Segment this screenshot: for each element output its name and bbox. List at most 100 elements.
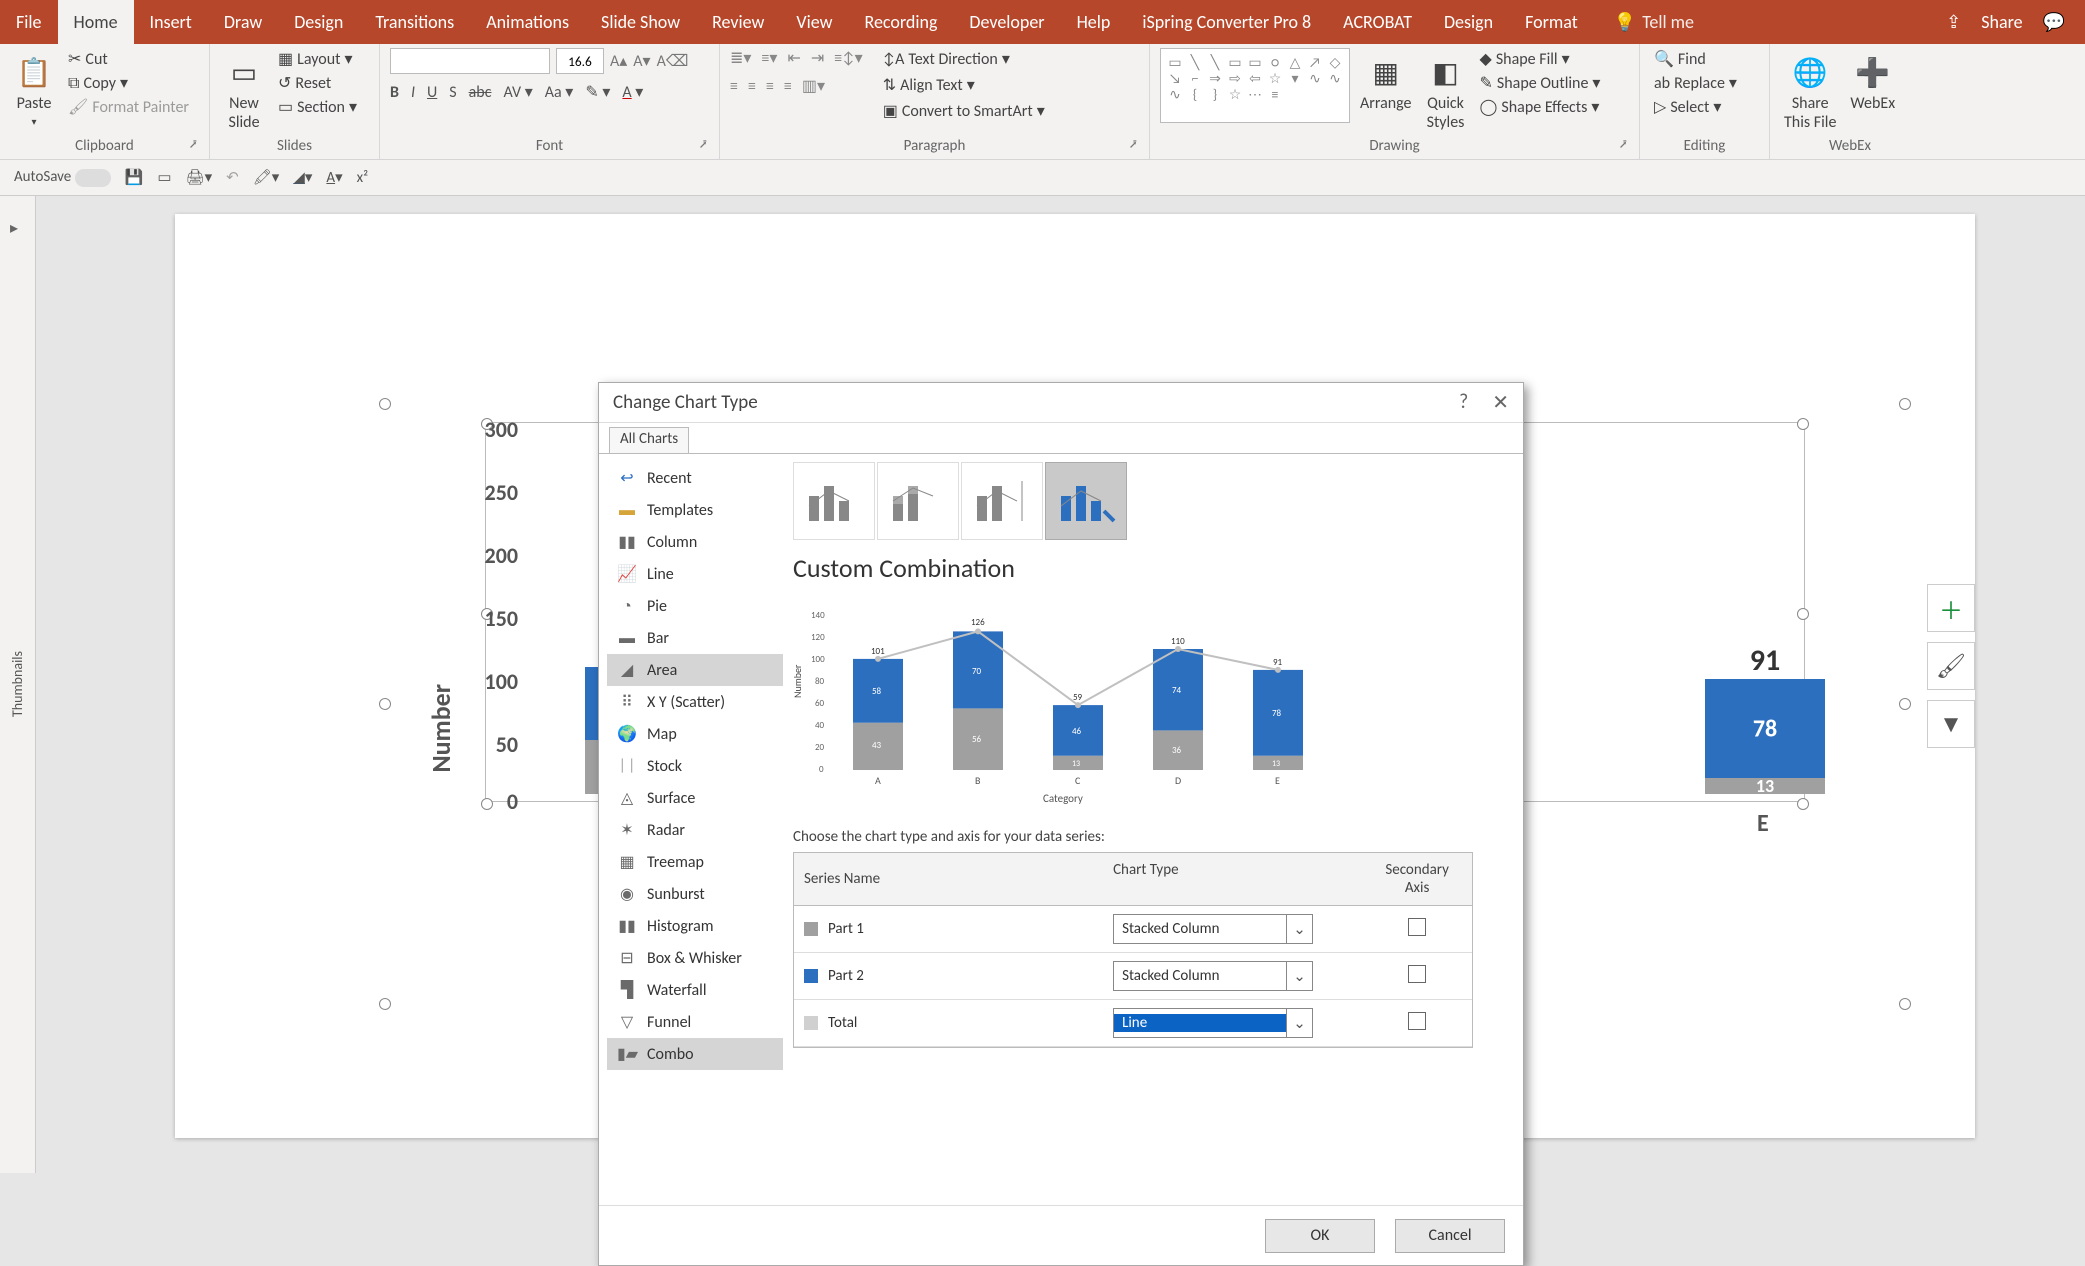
save-icon[interactable]: 💾: [125, 168, 144, 187]
find-button[interactable]: 🔍Find: [1650, 48, 1710, 70]
text-direction-button[interactable]: ↕AText Direction ▾: [879, 48, 1049, 70]
font-color-qat-icon[interactable]: A▾: [326, 168, 342, 187]
type-combo[interactable]: ▮▰Combo: [607, 1038, 783, 1070]
shrink-font-icon[interactable]: A▾: [633, 51, 650, 71]
align-right-button[interactable]: ≡: [766, 77, 774, 96]
subtype-4-custom[interactable]: [1045, 462, 1127, 540]
chart-elements-button[interactable]: ＋: [1927, 584, 1975, 632]
close-icon[interactable]: ✕: [1492, 390, 1509, 415]
grow-font-icon[interactable]: A▴: [610, 51, 627, 71]
clear-formatting-icon[interactable]: A⌫: [657, 51, 689, 71]
tab-home[interactable]: Home: [58, 0, 134, 44]
tab-file[interactable]: File: [0, 0, 58, 44]
share-icon[interactable]: ⇪: [1946, 11, 1961, 33]
change-case-button[interactable]: Aa ▾: [545, 82, 574, 102]
thumbnails-expand-icon[interactable]: ▸: [10, 218, 18, 238]
print-preview-icon[interactable]: 🖨▾: [186, 168, 213, 187]
subtype-1[interactable]: [793, 462, 875, 540]
part2-secondary-checkbox[interactable]: [1408, 965, 1426, 983]
shape-outline-button[interactable]: ✎Shape Outline ▾: [1476, 72, 1605, 94]
tab-draw[interactable]: Draw: [208, 0, 278, 44]
shape-fill-qat-icon[interactable]: ◢▾: [293, 168, 312, 187]
ok-button[interactable]: OK: [1265, 1219, 1375, 1253]
convert-smartart-button[interactable]: ▣Convert to SmartArt ▾: [879, 100, 1049, 122]
type-scatter[interactable]: ⠿X Y (Scatter): [607, 686, 783, 718]
type-map[interactable]: 🌍Map: [607, 718, 783, 750]
bullets-button[interactable]: ≣▾: [730, 48, 751, 68]
tab-review[interactable]: Review: [696, 0, 780, 44]
type-pie[interactable]: ◔Pie: [607, 590, 783, 622]
section-button[interactable]: ▭Section ▾: [274, 96, 361, 118]
font-color-button[interactable]: A ▾: [622, 82, 643, 102]
columns-button[interactable]: ▥▾: [802, 76, 825, 96]
highlight-button[interactable]: ✎ ▾: [585, 82, 610, 102]
type-boxwhisker[interactable]: ⊟Box & Whisker: [607, 942, 783, 974]
tab-recording[interactable]: Recording: [849, 0, 954, 44]
type-area[interactable]: ◢Area: [607, 654, 783, 686]
subtype-3[interactable]: [961, 462, 1043, 540]
superscript-icon[interactable]: x²: [357, 169, 369, 187]
touch-mode-icon[interactable]: ▭: [157, 168, 171, 187]
font-size-input[interactable]: [556, 48, 604, 74]
share-button[interactable]: Share: [1981, 11, 2022, 33]
tab-developer[interactable]: Developer: [953, 0, 1060, 44]
thumbnails-pane[interactable]: Thumbnails: [0, 196, 36, 1173]
type-templates[interactable]: ▬Templates: [607, 494, 783, 526]
undo-icon[interactable]: ↶: [226, 168, 239, 187]
shadow-button[interactable]: S: [449, 83, 456, 102]
font-launcher[interactable]: ⭷: [700, 136, 707, 157]
type-recent[interactable]: ↩Recent: [607, 462, 783, 494]
type-sunburst[interactable]: ◉Sunburst: [607, 878, 783, 910]
paste-button[interactable]: 📋 Paste ▾: [10, 48, 58, 128]
tab-transitions[interactable]: Transitions: [359, 0, 470, 44]
type-waterfall[interactable]: ▜Waterfall: [607, 974, 783, 1006]
chart-styles-button[interactable]: 🖌: [1927, 642, 1975, 690]
replace-button[interactable]: abReplace ▾: [1650, 72, 1741, 94]
tab-insert[interactable]: Insert: [134, 0, 208, 44]
char-spacing-button[interactable]: AV ▾: [503, 82, 532, 102]
share-file-button[interactable]: 🌐Share This File: [1780, 48, 1840, 132]
type-funnel[interactable]: ▽Funnel: [607, 1006, 783, 1038]
shape-effects-button[interactable]: ◯Shape Effects ▾: [1476, 96, 1605, 118]
strike-button[interactable]: abc: [469, 83, 492, 102]
justify-button[interactable]: ≡: [784, 77, 792, 96]
tab-animations[interactable]: Animations: [470, 0, 585, 44]
new-slide-button[interactable]: ▭ New Slide: [220, 48, 268, 132]
shapes-gallery[interactable]: ▭╲╲▭▭○△↗ ◇↘⌐⇒⇨⇦☆▾ ∿∿∿{}☆⋯≡: [1160, 48, 1350, 123]
tab-slideshow[interactable]: Slide Show: [585, 0, 696, 44]
type-surface[interactable]: ◬Surface: [607, 782, 783, 814]
type-treemap[interactable]: ▦Treemap: [607, 846, 783, 878]
part1-type-select[interactable]: Stacked Column⌄: [1113, 914, 1313, 944]
tab-help[interactable]: Help: [1061, 0, 1127, 44]
type-radar[interactable]: ✶Radar: [607, 814, 783, 846]
type-line[interactable]: 📈Line: [607, 558, 783, 590]
align-text-button[interactable]: ⇅Align Text ▾: [879, 74, 1049, 96]
decrease-indent-button[interactable]: ⇤: [787, 48, 800, 68]
increase-indent-button[interactable]: ⇥: [811, 48, 824, 68]
type-column[interactable]: ▮▮Column: [607, 526, 783, 558]
type-bar[interactable]: ▬Bar: [607, 622, 783, 654]
bold-button[interactable]: B: [390, 83, 399, 102]
paragraph-launcher[interactable]: ⭷: [1130, 136, 1137, 157]
format-painter-button[interactable]: 🖌Format Painter: [64, 96, 193, 118]
tab-chart-format[interactable]: Format: [1509, 0, 1594, 44]
help-icon[interactable]: ?: [1459, 390, 1468, 415]
clipboard-launcher[interactable]: ⭷: [190, 136, 197, 157]
align-left-button[interactable]: ≡: [730, 77, 738, 96]
align-center-button[interactable]: ≡: [748, 77, 756, 96]
underline-button[interactable]: U: [427, 83, 437, 102]
copy-button[interactable]: ⧉Copy ▾: [64, 72, 193, 94]
type-stock[interactable]: ᛁᛁStock: [607, 750, 783, 782]
tab-all-charts[interactable]: All Charts: [609, 427, 689, 453]
cut-button[interactable]: ✂Cut: [64, 48, 193, 70]
part1-secondary-checkbox[interactable]: [1408, 918, 1426, 936]
italic-button[interactable]: I: [411, 83, 415, 102]
line-spacing-button[interactable]: ≡↕▾: [834, 48, 862, 68]
tell-me[interactable]: 💡 Tell me: [1614, 11, 1694, 33]
total-type-select[interactable]: Line⌄: [1113, 1008, 1313, 1038]
chart-filters-button[interactable]: ▼: [1927, 700, 1975, 748]
ink-color-icon[interactable]: 🖍▾: [253, 168, 280, 187]
tab-acrobat[interactable]: ACROBAT: [1327, 0, 1428, 44]
total-secondary-checkbox[interactable]: [1408, 1012, 1426, 1030]
tab-chart-design[interactable]: Design: [1428, 0, 1509, 44]
